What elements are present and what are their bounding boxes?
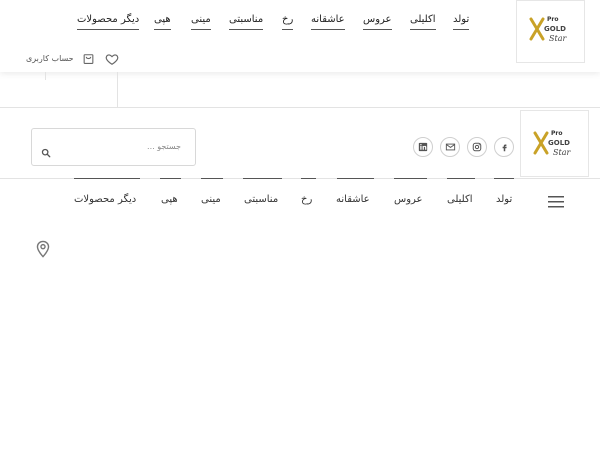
nav-item-romantic[interactable]: عاشقانه	[336, 194, 370, 205]
location-button[interactable]	[36, 240, 50, 258]
nav-underline-mark	[394, 178, 427, 179]
nav-item-occasion[interactable]: مناسبتی	[244, 194, 278, 205]
menu-button[interactable]	[548, 194, 564, 208]
nav-item-happy[interactable]: هپی	[161, 194, 178, 205]
nav-underline-mark	[494, 178, 514, 179]
top-nav-item-face[interactable]: رخ	[282, 14, 294, 30]
top-nav-item-birthday[interactable]: تولد	[453, 14, 470, 30]
mail-icon	[445, 143, 455, 151]
logo-mark-icon: Pro GOLD Star	[529, 16, 567, 43]
top-nav-item-bride[interactable]: عروس	[363, 14, 392, 30]
nav-underline-mark	[301, 178, 316, 179]
nav-underline-mark	[160, 178, 181, 179]
nav-item-glitter[interactable]: اکلیلی	[447, 194, 473, 205]
top-nav-item-romantic[interactable]: عاشقانه	[311, 14, 345, 30]
mail-button[interactable]	[440, 137, 460, 157]
location-pin-icon	[36, 240, 50, 258]
logo-top-text: Pro	[551, 130, 562, 137]
divider-left-short	[45, 72, 46, 80]
hamburger-icon	[548, 196, 564, 208]
search-box	[31, 128, 196, 166]
nav-underline-mark	[243, 178, 282, 179]
facebook-icon	[502, 144, 507, 151]
logo-mid-text: GOLD	[548, 139, 570, 147]
nav-item-mini[interactable]: مینی	[201, 194, 221, 205]
shopping-bag-icon	[83, 54, 93, 64]
divider-horizontal	[0, 107, 600, 108]
top-nav-item-happy[interactable]: هپی	[154, 14, 171, 30]
logo-mid-text: GOLD	[544, 25, 566, 33]
top-nav-item-glitter[interactable]: اکلیلی	[410, 14, 436, 30]
instagram-icon	[472, 142, 482, 152]
instagram-button[interactable]	[467, 137, 487, 157]
logo-main[interactable]: Pro GOLD Star	[520, 110, 589, 177]
search-input[interactable]	[39, 141, 183, 152]
heart-icon	[105, 54, 119, 65]
top-nav-item-mini[interactable]: مینی	[191, 14, 211, 30]
logo-script-text: Star	[553, 148, 571, 157]
nav-underline-mark	[447, 178, 475, 179]
logo-top-text: Pro	[547, 16, 558, 23]
account-link[interactable]: حساب کاربری	[26, 50, 95, 66]
logo-script-text: Star	[549, 34, 567, 43]
divider-vertical	[117, 72, 118, 107]
nav-item-birthday[interactable]: تولد	[496, 194, 512, 205]
top-nav-item-occasion[interactable]: مناسبتی	[229, 14, 264, 30]
linkedin-button[interactable]	[413, 137, 433, 157]
nav-underline-mark	[201, 178, 223, 179]
facebook-button[interactable]	[494, 137, 514, 157]
nav-underline-mark	[74, 178, 140, 179]
wishlist-button[interactable]	[105, 51, 119, 65]
linkedin-icon	[418, 142, 428, 152]
nav-item-face[interactable]: رخ	[301, 194, 312, 205]
top-nav-item-other-products[interactable]: دیگر محصولات	[77, 14, 140, 30]
nav-item-bride[interactable]: عروس	[394, 194, 423, 205]
logo[interactable]: Pro GOLD Star	[516, 0, 585, 63]
search-icon[interactable]	[41, 148, 51, 158]
nav-underline-mark	[337, 178, 374, 179]
nav-item-other-products[interactable]: دیگر محصولات	[74, 194, 136, 205]
logo-mark-icon: Pro GOLD Star	[533, 130, 571, 157]
